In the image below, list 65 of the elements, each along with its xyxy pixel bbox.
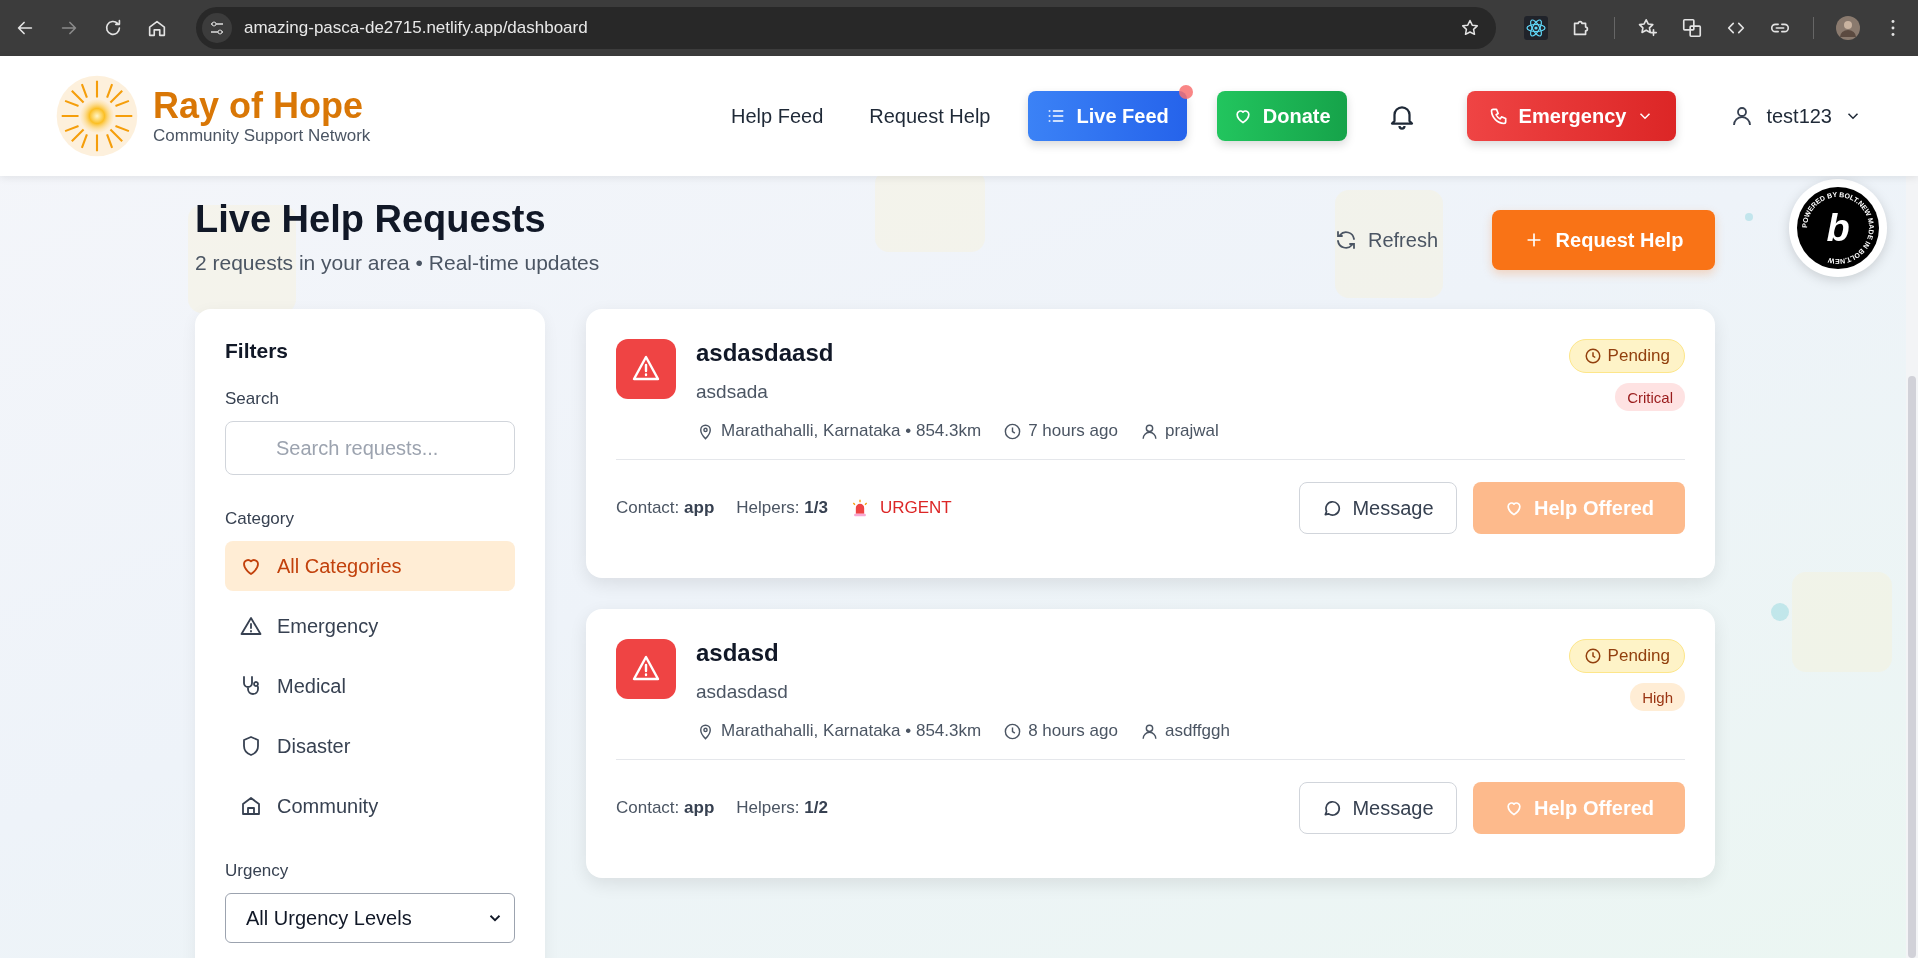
background-dot xyxy=(1771,603,1789,621)
urgency-label: Urgency xyxy=(225,861,290,881)
category-item[interactable]: All Categories xyxy=(225,541,515,591)
live-feed-button[interactable]: Live Feed xyxy=(1028,91,1187,141)
star-icon[interactable] xyxy=(1637,17,1659,39)
status-badge: Pending xyxy=(1568,339,1685,373)
request-location: Marathahalli, Karnataka • 854.3km xyxy=(721,421,982,441)
contact-info: Contact: app xyxy=(616,498,715,518)
clock-icon xyxy=(1003,421,1023,441)
phone-icon xyxy=(1488,106,1509,126)
clock-icon xyxy=(1003,721,1023,741)
brand-name: Ray of Hope xyxy=(153,86,365,126)
message-button[interactable]: Message xyxy=(1299,782,1457,834)
request-time: 7 hours ago xyxy=(1028,421,1118,441)
clock-icon xyxy=(1583,647,1602,665)
user-icon xyxy=(1139,421,1159,441)
helpers-count: Helpers: 1/2 xyxy=(736,798,828,818)
chat-bubble-icon xyxy=(1322,498,1343,518)
star-icon[interactable] xyxy=(1460,18,1480,38)
request-author: asdffggh xyxy=(1164,721,1230,741)
request-title: asdasd xyxy=(696,639,780,667)
filters-title: Filters xyxy=(225,339,290,363)
avatar-icon[interactable] xyxy=(1836,16,1860,40)
category-label: Category xyxy=(225,509,295,529)
warning-icon xyxy=(239,614,263,638)
warning-icon xyxy=(616,639,676,699)
request-time: 8 hours ago xyxy=(1028,721,1118,741)
nav-link[interactable]: Request Help xyxy=(869,104,991,128)
user-icon xyxy=(1139,721,1159,741)
contact-info: Contact: app xyxy=(616,798,715,818)
helpers-count: Helpers: 1/3 xyxy=(736,498,828,518)
urgency-badge: Critical xyxy=(1615,383,1685,411)
request-description: asdasdasd xyxy=(696,681,789,703)
sun-logo-icon xyxy=(55,74,139,158)
request-title: asdasdaasd xyxy=(696,339,835,367)
site-settings-icon[interactable] xyxy=(202,13,232,43)
category-item[interactable]: Medical xyxy=(225,661,515,711)
search-field[interactable]: Search requests... xyxy=(225,421,515,475)
request-location: Marathahalli, Karnataka • 854.3km xyxy=(721,721,982,741)
category-item[interactable]: Community xyxy=(225,781,515,831)
clock-icon xyxy=(1583,347,1602,365)
warning-icon xyxy=(616,339,676,399)
category-item[interactable]: Disaster xyxy=(225,721,515,771)
house-icon xyxy=(239,794,263,818)
message-button[interactable]: Message xyxy=(1299,482,1457,534)
category-item[interactable]: Emergency xyxy=(225,601,515,651)
request-description: asdsada xyxy=(696,381,769,403)
address-bar[interactable]: amazing-pasca-de2715.netlify.app/dashboard xyxy=(196,7,1496,49)
refresh-button[interactable]: Refresh xyxy=(1327,227,1444,253)
page-subtitle: 2 requests in your area • Real-time updates xyxy=(195,251,600,275)
chat-bubble-icon xyxy=(1322,798,1343,818)
urgency-dropdown[interactable]: All Urgency Levels xyxy=(225,893,515,943)
nav-link[interactable]: Help Feed xyxy=(731,104,824,128)
page-title: Live Help Requests xyxy=(195,198,547,241)
scrollbar[interactable] xyxy=(1906,176,1918,958)
request-author: prajwal xyxy=(1164,421,1219,441)
urgency-badge: High xyxy=(1630,683,1685,711)
atom-icon[interactable] xyxy=(1524,16,1548,40)
urgent-label: URGENT xyxy=(879,498,952,518)
brand-tagline: Community Support Network xyxy=(153,125,371,146)
user-menu[interactable]: test123 xyxy=(1724,103,1868,129)
background-dot xyxy=(1745,213,1753,221)
emergency-button[interactable]: Emergency xyxy=(1466,91,1677,141)
status-badge: Pending xyxy=(1568,639,1685,673)
search-label: Search xyxy=(225,389,280,409)
